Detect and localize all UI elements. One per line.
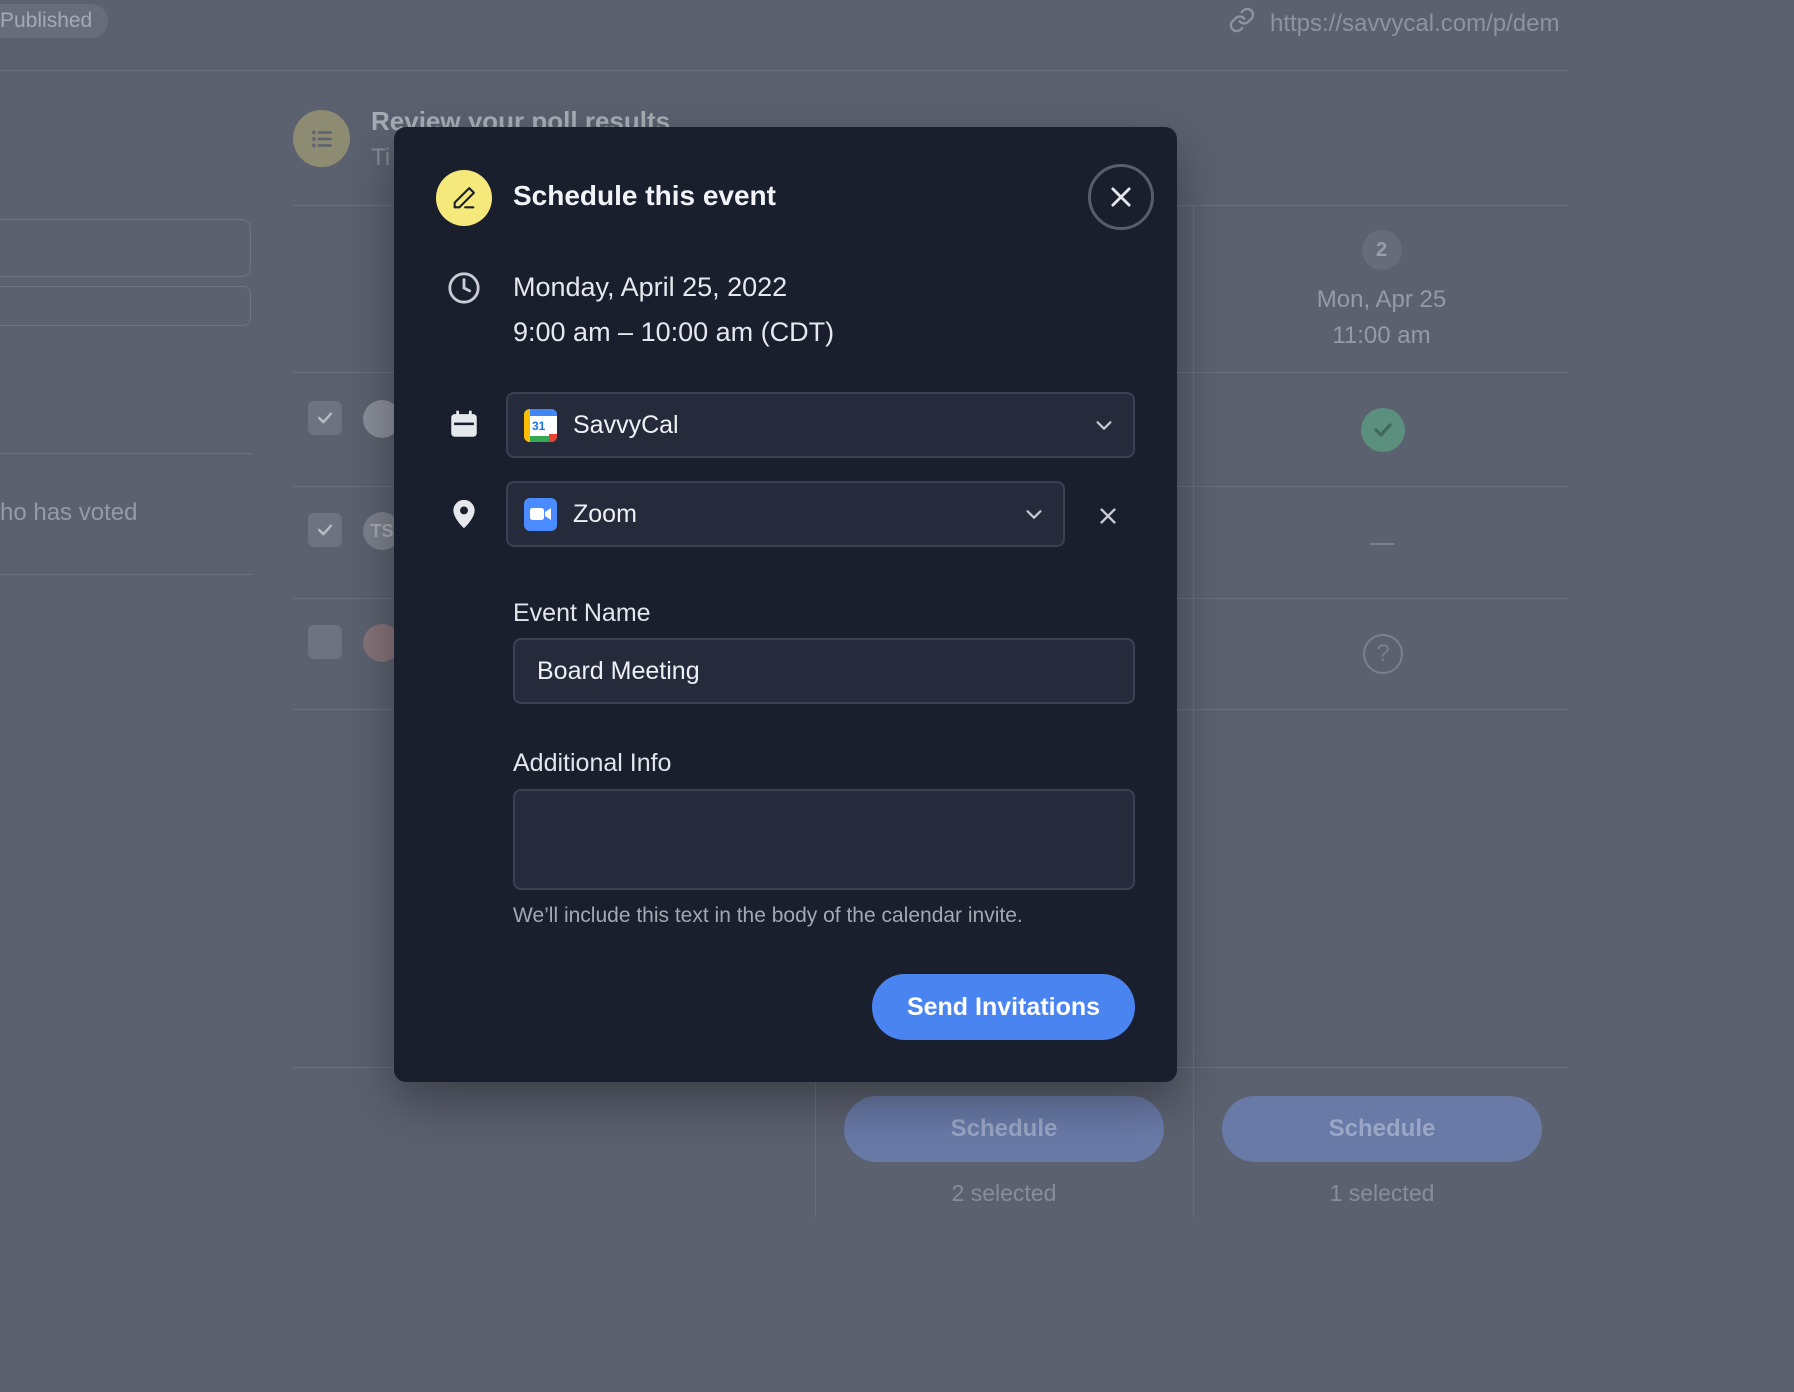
location-select-value: Zoom xyxy=(573,499,637,528)
calendar-icon xyxy=(446,406,482,442)
vote-yes-icon xyxy=(1361,408,1405,452)
clock-icon xyxy=(446,270,482,306)
modal-title: Schedule this event xyxy=(513,180,776,211)
close-button[interactable] xyxy=(1088,164,1154,230)
column-divider xyxy=(1193,205,1194,1217)
event-name-input[interactable] xyxy=(513,638,1135,704)
calendar-select[interactable]: 31 SavvyCal xyxy=(506,392,1135,458)
vote-none-icon xyxy=(1370,543,1394,545)
voted-filter-label: ho has voted xyxy=(0,499,138,526)
close-icon xyxy=(1100,508,1116,524)
location-pin-icon xyxy=(446,496,482,532)
event-date: Monday, April 25, 2022 xyxy=(513,272,788,302)
send-invitations-button[interactable]: Send Invitations xyxy=(872,974,1135,1040)
poll-subtitle: Ti xyxy=(371,144,391,171)
participant-checkbox[interactable] xyxy=(308,625,342,659)
schedule-event-modal: Schedule this event Monday, April 25, 20… xyxy=(394,127,1177,1082)
divider xyxy=(0,453,252,454)
share-url-text: https://savvycal.com/p/dem xyxy=(1270,9,1560,37)
schedule-button[interactable]: Schedule xyxy=(844,1096,1164,1162)
chevron-down-icon xyxy=(1096,421,1112,430)
status-badge: Published xyxy=(0,4,109,38)
share-url[interactable]: https://savvycal.com/p/dem xyxy=(1228,6,1559,41)
additional-info-textarea[interactable] xyxy=(513,789,1135,890)
link-icon xyxy=(1228,6,1256,41)
vote-maybe-icon: ? xyxy=(1363,634,1403,674)
option-time: 11:00 am xyxy=(1332,322,1431,349)
selected-count: 1 selected xyxy=(1329,1180,1435,1206)
additional-info-label: Additional Info xyxy=(513,749,672,777)
event-time: 9:00 am – 10:00 am (CDT) xyxy=(513,317,835,347)
additional-info-hint: We’ll include this text in the body of t… xyxy=(513,904,1023,927)
option-date: Mon, Apr 25 xyxy=(1316,286,1447,313)
column-divider xyxy=(815,1067,816,1217)
participant-checkbox[interactable] xyxy=(308,513,342,547)
schedule-button[interactable]: Schedule xyxy=(1222,1096,1542,1162)
event-name-label: Event Name xyxy=(513,599,651,627)
time-option-column: 2 Mon, Apr 25 11:00 am xyxy=(1195,230,1568,350)
participant-checkbox[interactable] xyxy=(308,401,342,435)
zoom-icon xyxy=(524,497,557,531)
vote-count-badge: 2 xyxy=(1361,230,1402,270)
list-icon xyxy=(293,110,350,167)
top-bar: Published https://savvycal.com/p/dem xyxy=(0,0,1568,71)
google-calendar-icon: 31 xyxy=(524,408,557,442)
left-input-field[interactable] xyxy=(0,219,251,277)
location-select[interactable]: Zoom xyxy=(506,481,1065,547)
left-input-field-2[interactable] xyxy=(0,286,251,326)
divider xyxy=(0,574,252,575)
calendar-select-value: SavvyCal xyxy=(573,410,679,439)
chevron-down-icon xyxy=(1026,510,1042,519)
pencil-icon xyxy=(436,170,492,226)
selected-count: 2 selected xyxy=(951,1180,1057,1206)
remove-location-button[interactable] xyxy=(1092,500,1124,532)
